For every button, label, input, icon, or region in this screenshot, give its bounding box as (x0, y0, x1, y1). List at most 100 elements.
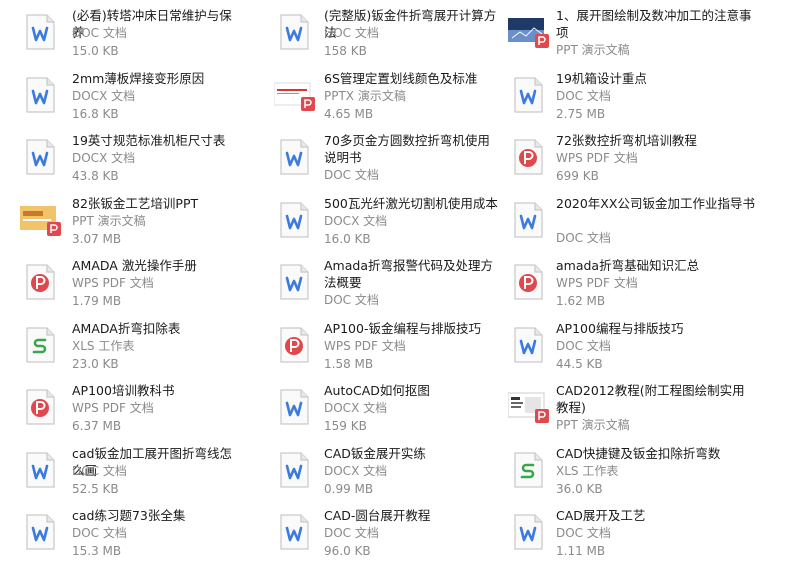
file-type: WPS PDF 文档 (556, 151, 638, 165)
file-title[interactable]: 19机箱设计重点 (556, 70, 756, 87)
file-item[interactable]: 1、展开图绘制及数冲加工的注意事项 PPT 演示文稿 (508, 0, 800, 63)
file-item[interactable]: AP100编程与排版技巧 DOC 文档 44.5 KB (508, 313, 800, 376)
file-size: 16.8 KB (72, 106, 119, 121)
file-item[interactable]: 2mm薄板焊接变形原因 DOCX 文档 16.8 KB (0, 63, 254, 126)
file-item[interactable]: 6S管理定置划线颜色及标准 PPTX 演示文稿 4.65 MB (254, 63, 508, 126)
file-type: WPS PDF 文档 (324, 338, 406, 353)
file-item[interactable]: (必看)转塔冲床日常维护与保养 DOC 文档 15.0 KB (0, 0, 254, 63)
file-size: 15.0 KB (72, 44, 119, 58)
excel-sheet-icon (20, 325, 60, 365)
excel-sheet-icon (508, 450, 548, 490)
file-size: 1.79 MB (72, 294, 122, 308)
file-title[interactable]: cad练习题73张全集 (72, 507, 244, 524)
file-title[interactable]: 500瓦光纤激光切割机使用成本 (324, 195, 500, 212)
file-item[interactable]: 72张数控折弯机培训教程 WPS PDF 文档 699 KB (508, 125, 800, 188)
file-type: DOCX 文档 (324, 463, 388, 478)
file-item[interactable]: CAD-圆台展开教程 DOC 文档 96.0 KB (254, 500, 508, 563)
file-item[interactable]: CAD2012教程(附工程图绘制实用教程) PPT 演示文稿 (507, 375, 800, 438)
file-type: DOC 文档 (324, 168, 379, 182)
word-doc-icon (20, 450, 60, 490)
word-doc-icon (20, 512, 60, 552)
file-title[interactable]: CAD2012教程(附工程图绘制实用教程) (556, 382, 756, 416)
file-item[interactable]: 70多页金方圆数控折弯机使用说明书 DOC 文档 (254, 125, 508, 188)
file-size: 43.8 KB (72, 169, 119, 183)
pdf-icon (508, 262, 548, 302)
file-title[interactable]: AP100培训教科书 (72, 382, 244, 399)
file-item[interactable]: cad练习题73张全集 DOC 文档 15.3 MB (0, 500, 254, 563)
file-grid: (必看)转塔冲床日常维护与保养 DOC 文档 15.0 KB (完整版)钣金件折弯展开… (0, 0, 800, 563)
file-item[interactable]: 19英寸规范标准机柜尺寸表 DOCX 文档 43.8 KB (0, 125, 254, 188)
file-item[interactable]: Amada折弯报警代码及处理方法概要 DOC 文档 (254, 250, 508, 313)
file-type: DOC 文档 (556, 88, 611, 103)
file-title[interactable]: CAD钣金展开实练 (324, 445, 500, 462)
file-type: DOCX 文档 (72, 151, 136, 165)
word-doc-icon (508, 200, 548, 240)
file-title[interactable]: AutoCAD如何抠图 (324, 382, 500, 399)
file-title[interactable]: CAD-圆台展开教程 (324, 507, 500, 524)
file-size: 96.0 KB (324, 544, 371, 558)
file-title[interactable]: 2020年XX公司钣金加工作业指导书 (556, 195, 756, 212)
file-item[interactable]: amada折弯基础知识汇总 WPS PDF 文档 1.62 MB (508, 250, 800, 313)
file-title[interactable]: 70多页金方圆数控折弯机使用说明书 (324, 132, 500, 166)
file-item[interactable]: 2020年XX公司钣金加工作业指导书 DOC 文档 (508, 188, 800, 251)
file-item[interactable]: AP100培训教科书 WPS PDF 文档 6.37 MB (0, 375, 254, 438)
file-item[interactable]: 500瓦光纤激光切割机使用成本 DOCX 文档 16.0 KB (254, 188, 508, 251)
file-type: DOC 文档 (324, 26, 379, 40)
file-type: PPT 演示文稿 (72, 213, 146, 228)
file-title[interactable]: amada折弯基础知识汇总 (556, 257, 756, 274)
file-size: 1.62 MB (556, 294, 606, 308)
ppt-thumbnail-icon (508, 14, 550, 48)
file-item[interactable]: (完整版)钣金件折弯展开计算方法 DOC 文档 158 KB (254, 0, 508, 63)
word-doc-icon (274, 200, 314, 240)
file-type: WPS PDF 文档 (72, 401, 154, 415)
file-title[interactable]: 19英寸规范标准机柜尺寸表 (72, 132, 244, 149)
ppt-thumbnail-icon (20, 202, 62, 236)
file-item[interactable]: CAD钣金展开实练 DOCX 文档 0.99 MB (254, 438, 508, 501)
file-size: 0.99 MB (324, 481, 374, 496)
word-doc-icon (20, 75, 60, 115)
file-title[interactable]: AP100-钣金编程与排版技巧 (324, 320, 500, 337)
file-size: 158 KB (324, 44, 367, 58)
file-item[interactable]: cad钣金加工展开图折弯线怎么画 DOC 文档 52.5 KB (0, 438, 254, 501)
file-item[interactable]: AP100-钣金编程与排版技巧 WPS PDF 文档 1.58 MB (254, 313, 508, 376)
pdf-icon (20, 262, 60, 302)
file-size: 44.5 KB (556, 356, 603, 371)
file-size: 3.07 MB (72, 231, 122, 246)
file-type: PPT 演示文稿 (556, 418, 630, 432)
word-doc-icon (274, 137, 314, 177)
word-doc-icon (274, 262, 314, 302)
file-title[interactable]: 1、展开图绘制及数冲加工的注意事项 (556, 7, 756, 41)
file-size: 36.0 KB (556, 481, 603, 496)
file-type: DOC 文档 (72, 26, 127, 40)
file-item[interactable]: AMADA折弯扣除表 XLS 工作表 23.0 KB (0, 313, 254, 376)
file-type: PPT 演示文稿 (556, 43, 630, 57)
file-type: DOC 文档 (556, 526, 611, 540)
file-item[interactable]: 19机箱设计重点 DOC 文档 2.75 MB (508, 63, 800, 126)
ppt-thumbnail-icon (507, 389, 550, 423)
file-type: DOC 文档 (72, 463, 127, 478)
file-type: XLS 工作表 (556, 463, 619, 478)
file-title[interactable]: AMADA 激光操作手册 (72, 257, 244, 274)
file-title[interactable]: AP100编程与排版技巧 (556, 320, 756, 337)
file-title[interactable]: 6S管理定置划线颜色及标准 (324, 70, 500, 87)
file-title[interactable]: 2mm薄板焊接变形原因 (72, 70, 244, 87)
file-item[interactable]: AMADA 激光操作手册 WPS PDF 文档 1.79 MB (0, 250, 254, 313)
file-size: 16.0 KB (324, 231, 371, 246)
file-item[interactable]: CAD快捷键及钣金扣除折弯数 XLS 工作表 36.0 KB (508, 438, 800, 501)
file-title[interactable]: CAD展开及工艺 (556, 507, 756, 524)
file-title[interactable]: AMADA折弯扣除表 (72, 320, 244, 337)
file-title[interactable]: CAD快捷键及钣金扣除折弯数 (556, 445, 756, 462)
file-type: XLS 工作表 (72, 338, 135, 353)
file-type: PPTX 演示文稿 (324, 88, 406, 103)
file-size: 1.58 MB (324, 356, 374, 371)
file-item[interactable]: CAD展开及工艺 DOC 文档 1.11 MB (508, 500, 800, 563)
file-size: 15.3 MB (72, 544, 122, 558)
file-item[interactable]: 82张钣金工艺培训PPT PPT 演示文稿 3.07 MB (0, 188, 254, 251)
file-type: DOC 文档 (324, 293, 379, 307)
file-title[interactable]: 82张钣金工艺培训PPT (72, 195, 244, 212)
file-type: WPS PDF 文档 (556, 276, 638, 290)
file-title[interactable]: 72张数控折弯机培训教程 (556, 132, 756, 149)
file-title[interactable]: Amada折弯报警代码及处理方法概要 (324, 257, 500, 291)
file-item[interactable]: AutoCAD如何抠图 DOCX 文档 159 KB (254, 375, 508, 438)
pdf-icon (274, 325, 314, 365)
